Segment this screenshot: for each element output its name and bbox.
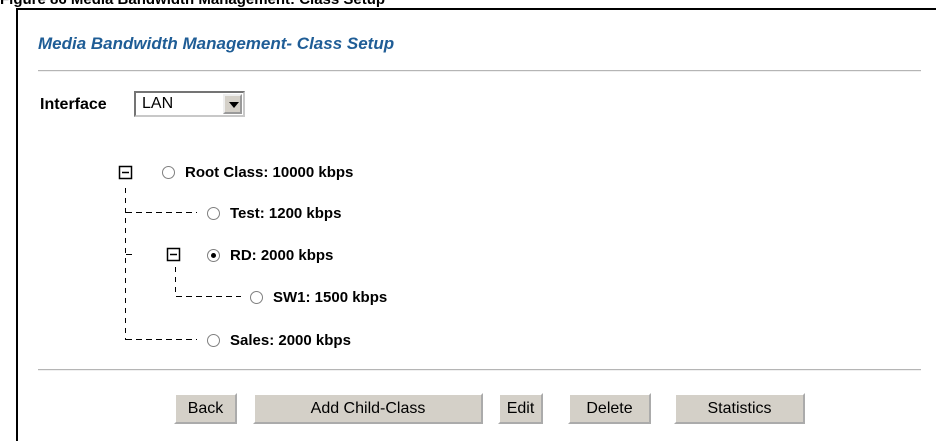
tree-node-sw1-label: SW1: 1500 kbps [273, 288, 388, 306]
tree-node-sw1: SW1: 1500 kbps [250, 286, 387, 308]
radio-test[interactable] [207, 206, 220, 220]
back-button[interactable]: Back [174, 393, 237, 424]
statistics-button[interactable]: Statistics [674, 393, 805, 424]
delete-button[interactable]: Delete [568, 393, 651, 424]
radio-root-class[interactable] [162, 165, 175, 179]
collapse-rd-icon [166, 247, 181, 262]
collapse-root-icon [118, 165, 133, 180]
tree-node-sales-label: Sales: 2000 kbps [230, 331, 351, 349]
tree-node-rd: RD: 2000 kbps [207, 244, 333, 266]
radio-rd[interactable] [207, 248, 220, 262]
tree-node-sales: Sales: 2000 kbps [207, 329, 351, 351]
add-child-class-button[interactable]: Add Child-Class [253, 393, 483, 424]
tree-node-root-label: Root Class: 10000 kbps [185, 163, 354, 181]
tree-node-rd-label: RD: 2000 kbps [230, 246, 334, 264]
edit-button[interactable]: Edit [498, 393, 543, 424]
radio-sales[interactable] [207, 333, 220, 347]
tree-node-root: Root Class: 10000 kbps [162, 161, 353, 183]
tree-connectors [118, 165, 241, 340]
radio-sw1[interactable] [250, 290, 263, 304]
tree-node-test: Test: 1200 kbps [207, 202, 341, 224]
tree-node-test-label: Test: 1200 kbps [230, 204, 342, 222]
divider-bottom [38, 369, 921, 371]
